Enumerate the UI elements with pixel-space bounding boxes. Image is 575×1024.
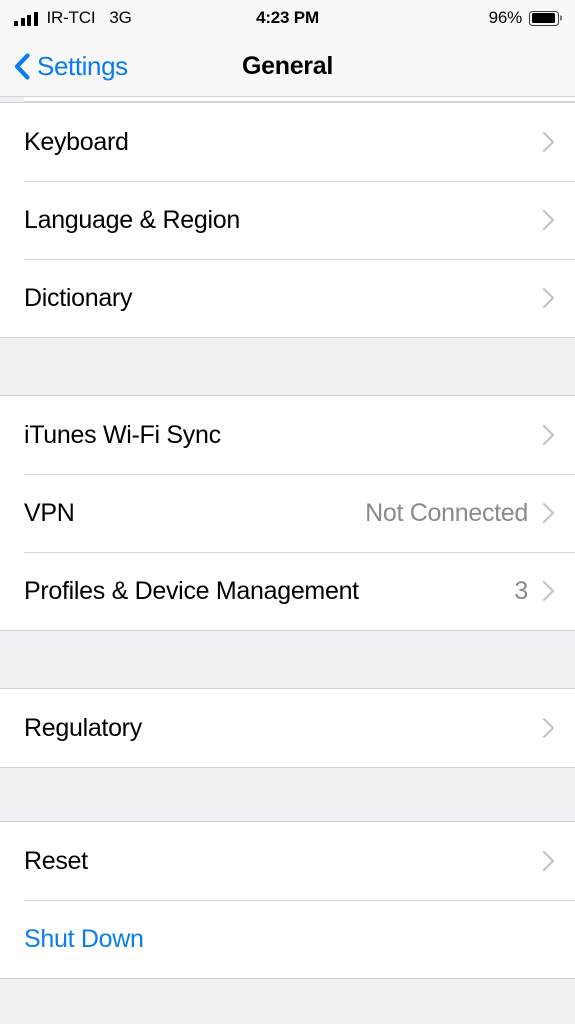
settings-row-language-region[interactable]: Language & Region xyxy=(0,181,575,259)
row-label: Regulatory xyxy=(24,713,142,742)
battery-icon xyxy=(529,10,559,26)
chevron-right-icon xyxy=(542,580,555,602)
settings-row-vpn[interactable]: VPN Not Connected xyxy=(0,474,575,552)
battery-percent-label: 96% xyxy=(488,8,523,27)
row-accessory xyxy=(542,131,555,153)
settings-row-profiles-device-management[interactable]: Profiles & Device Management 3 xyxy=(0,552,575,630)
chevron-right-icon xyxy=(542,424,555,446)
row-accessory xyxy=(542,850,555,872)
row-label: Language & Region xyxy=(24,205,240,234)
row-label: Shut Down xyxy=(24,924,144,953)
network-type: 3G xyxy=(109,8,132,27)
chevron-right-icon xyxy=(542,717,555,739)
settings-row-dictionary[interactable]: Dictionary xyxy=(0,259,575,337)
chevron-right-icon xyxy=(542,502,555,524)
row-accessory xyxy=(542,209,555,231)
carrier-name: IR-TCI xyxy=(46,8,96,27)
chevron-right-icon xyxy=(542,209,555,231)
section-gap xyxy=(0,768,575,821)
settings-row-regulatory[interactable]: Regulatory xyxy=(0,689,575,767)
settings-list[interactable]: Keyboard Language & Region Dictionary iT… xyxy=(0,97,575,1024)
settings-group-2: iTunes Wi-Fi Sync VPN Not Connected Prof xyxy=(0,395,575,631)
settings-row-itunes-wifi-sync[interactable]: iTunes Wi-Fi Sync xyxy=(0,396,575,474)
settings-row-reset[interactable]: Reset xyxy=(0,822,575,900)
chevron-right-icon xyxy=(542,287,555,309)
navigation-bar: Settings General xyxy=(0,36,575,97)
row-accessory xyxy=(542,424,555,446)
row-accessory xyxy=(542,287,555,309)
settings-general-screen: IR-TCI 3G 4:23 PM 96% Settings General K… xyxy=(0,0,575,1024)
row-accessory: 3 xyxy=(514,577,555,606)
back-button[interactable]: Settings xyxy=(14,51,128,82)
row-label: Reset xyxy=(24,846,88,875)
row-label: Keyboard xyxy=(24,127,129,156)
row-detail-value: Not Connected xyxy=(365,498,528,527)
settings-group-3: Regulatory xyxy=(0,688,575,768)
settings-group-1: Keyboard Language & Region Dictionary xyxy=(0,102,575,338)
row-detail-value: 3 xyxy=(514,576,528,605)
section-gap xyxy=(0,338,575,395)
settings-row-shut-down[interactable]: Shut Down xyxy=(0,900,575,978)
settings-row-keyboard[interactable]: Keyboard xyxy=(0,103,575,181)
status-bar-left: IR-TCI 3G xyxy=(14,8,132,28)
status-bar-right: 96% xyxy=(489,8,559,28)
row-label: Dictionary xyxy=(24,283,133,312)
status-bar: IR-TCI 3G 4:23 PM 96% xyxy=(0,0,575,36)
back-button-label: Settings xyxy=(37,50,128,81)
chevron-right-icon xyxy=(542,850,555,872)
row-label: Profiles & Device Management xyxy=(24,576,359,605)
cellular-signal-icon xyxy=(14,11,38,26)
settings-group-4: Reset Shut Down xyxy=(0,821,575,979)
row-label: VPN xyxy=(24,498,75,527)
section-gap xyxy=(0,631,575,688)
row-accessory: Not Connected xyxy=(365,499,555,528)
row-accessory xyxy=(542,717,555,739)
chevron-left-icon xyxy=(14,52,30,80)
row-label: iTunes Wi-Fi Sync xyxy=(24,420,221,449)
chevron-right-icon xyxy=(542,131,555,153)
